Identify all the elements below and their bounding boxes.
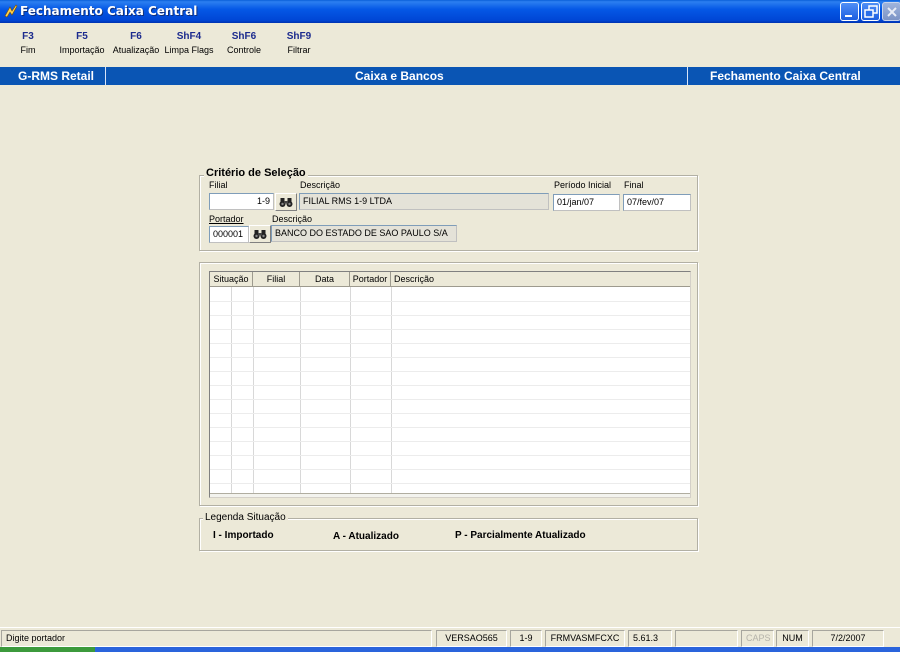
fkey-code: ShF9 <box>286 31 312 42</box>
grid-line <box>210 469 690 470</box>
fkey-code: F6 <box>130 31 142 42</box>
fkey-shf6-controle[interactable]: ShF6 Controle <box>222 30 266 57</box>
nav-separator <box>687 67 688 85</box>
legend-item-importado: I - Importado <box>213 530 274 541</box>
status-caps-lock: CAPS <box>741 630 774 647</box>
fkey-code: ShF6 <box>231 31 257 42</box>
status-build: 5.61.3 <box>628 630 672 647</box>
grid-line <box>210 399 690 400</box>
portador-lookup-button[interactable] <box>249 225 271 243</box>
nav-module-name: Caixa e Bancos <box>355 69 444 83</box>
portador-description-field: BANCO DO ESTADO DE SAO PAULO S/A <box>271 225 457 242</box>
grid-line <box>210 385 690 386</box>
filial-description-field: FILIAL RMS 1-9 LTDA <box>299 193 549 210</box>
periodo-final-input[interactable]: 07/fev/07 <box>623 194 691 211</box>
results-grid[interactable]: Situação Filial Data Portador Descrição <box>209 271 691 498</box>
nav-system-name: G-RMS Retail <box>18 69 95 83</box>
fkey-f3-fim[interactable]: F3 Fim <box>16 30 40 57</box>
status-num-lock: NUM <box>776 630 809 647</box>
fkey-code: F3 <box>22 31 34 42</box>
binoculars-icon <box>253 230 267 239</box>
status-message: Digite portador <box>1 630 432 647</box>
grid-line <box>350 287 351 497</box>
column-header-data[interactable]: Data <box>300 272 350 287</box>
start-button-edge[interactable] <box>0 647 95 652</box>
fkey-label: Fim <box>20 45 36 55</box>
close-button[interactable] <box>882 2 900 21</box>
fkey-label: Limpa Flags <box>164 45 214 55</box>
grid-header: Situação Filial Data Portador Descrição <box>210 272 690 287</box>
legend-caption: Legenda Situação <box>203 512 288 523</box>
grid-line <box>210 301 690 302</box>
periodo-inicial-input[interactable]: 01/jan/07 <box>553 194 620 211</box>
status-bar: Digite portador VERSAO565 1-9 FRMVASMFCX… <box>0 627 900 647</box>
selection-criteria-caption: Critério de Seleção <box>204 167 308 179</box>
filial-input[interactable]: 1-9 <box>209 193 274 210</box>
grid-line <box>210 413 690 414</box>
nav-separator <box>105 67 106 85</box>
filial-lookup-button[interactable] <box>275 193 297 211</box>
fkey-label: Atualização <box>112 45 160 55</box>
grid-line <box>210 371 690 372</box>
column-header-portador[interactable]: Portador <box>350 272 391 287</box>
grid-horizontal-scrollbar[interactable] <box>210 493 690 497</box>
fkey-label: Filtrar <box>287 45 311 55</box>
column-header-descricao[interactable]: Descrição <box>391 272 690 287</box>
restore-button[interactable] <box>861 2 880 21</box>
fkey-f6-atualizacao[interactable]: F6 Atualização <box>110 30 162 57</box>
periodo-final-label: Final <box>624 180 644 190</box>
title-bar: Fechamento Caixa Central <box>0 0 900 23</box>
fkey-f5-importacao[interactable]: F5 Importação <box>56 30 108 57</box>
portador-label: Portador <box>209 214 244 224</box>
fkey-label: Importação <box>59 45 105 55</box>
fkey-code: ShF4 <box>176 31 202 42</box>
grid-line <box>210 329 690 330</box>
column-header-filial[interactable]: Filial <box>253 272 300 287</box>
portador-input[interactable]: 000001 <box>209 226 249 243</box>
grid-line <box>253 287 254 497</box>
grid-line <box>210 343 690 344</box>
status-form-name: FRMVASMFCXC <box>545 630 625 647</box>
grid-line <box>300 287 301 497</box>
grid-line <box>210 483 690 484</box>
grid-line <box>210 427 690 428</box>
close-icon <box>887 7 897 17</box>
grid-line <box>231 287 232 497</box>
minimize-button[interactable] <box>840 2 859 21</box>
grid-line <box>210 441 690 442</box>
grid-line <box>391 287 392 497</box>
grid-line <box>210 315 690 316</box>
status-empty-panel <box>675 630 738 647</box>
column-header-situacao[interactable]: Situação <box>210 272 253 287</box>
filial-label: Filial <box>209 180 228 190</box>
grid-line <box>210 357 690 358</box>
filial-description-label: Descrição <box>300 180 341 190</box>
function-key-toolbar: F3 Fim F5 Importação F6 Atualização ShF4… <box>0 30 900 64</box>
restore-icon <box>864 5 878 18</box>
window-title: Fechamento Caixa Central <box>20 4 198 18</box>
minimize-icon <box>845 15 852 17</box>
portador-description-label: Descrição <box>272 214 313 224</box>
legend-item-atualizado: A - Atualizado <box>333 531 399 542</box>
grid-line <box>210 455 690 456</box>
status-filial: 1-9 <box>510 630 542 647</box>
taskbar-edge <box>0 647 900 652</box>
app-icon <box>4 4 18 18</box>
fkey-shf4-limpa-flags[interactable]: ShF4 Limpa Flags <box>163 30 215 57</box>
periodo-inicial-label: Período Inicial <box>554 180 612 190</box>
module-nav-bar: G-RMS Retail Caixa e Bancos Fechamento C… <box>0 67 900 85</box>
legend-item-parcialmente-atualizado: P - Parcialmente Atualizado <box>455 530 586 541</box>
fkey-label: Controle <box>226 45 262 55</box>
fkey-shf9-filtrar[interactable]: ShF9 Filtrar <box>280 30 318 57</box>
binoculars-icon <box>279 198 293 207</box>
nav-screen-name: Fechamento Caixa Central <box>710 69 861 83</box>
status-version: VERSAO565 <box>436 630 507 647</box>
status-date: 7/2/2007 <box>812 630 884 647</box>
fkey-code: F5 <box>76 31 88 42</box>
